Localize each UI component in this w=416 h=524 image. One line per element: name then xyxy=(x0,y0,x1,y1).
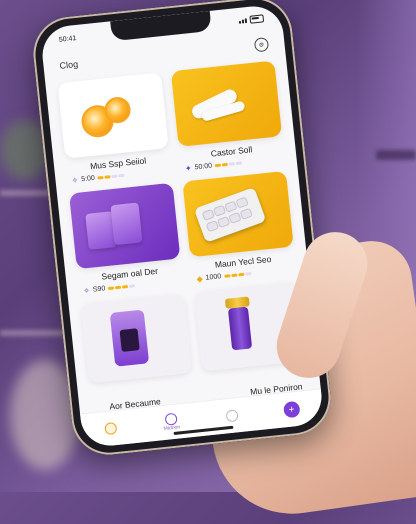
product-price: 5:00 xyxy=(80,174,96,184)
snack-pack xyxy=(110,202,143,246)
page-title: Clog xyxy=(59,59,79,71)
home-icon xyxy=(104,421,118,436)
product-card[interactable]: Castor Soll ✦ 50:00 xyxy=(170,60,285,174)
phone-screen: 50:41 Clog ⚙ Mus Ssp Seiiol ✧ 5:00 Casto… xyxy=(39,3,325,449)
plus-icon: + xyxy=(288,403,296,416)
bag-icon: ✧ xyxy=(82,286,91,296)
star-icon: ✧ xyxy=(71,175,79,186)
product-card[interactable] xyxy=(80,293,193,384)
cookie-tray xyxy=(193,187,267,243)
battery-icon xyxy=(249,14,265,24)
background-shelf xyxy=(376,150,416,160)
tag-icon: ◆ xyxy=(196,274,204,284)
product-price: 1000 xyxy=(205,273,222,282)
device-window xyxy=(119,328,140,352)
tab-favorites[interactable]: Mtdoon xyxy=(162,412,181,432)
rating xyxy=(97,173,125,180)
rating xyxy=(108,284,136,291)
tag-icon: ✦ xyxy=(184,163,193,174)
rating xyxy=(214,161,243,168)
bag-icon xyxy=(225,409,239,423)
product-grid: Mus Ssp Seiiol ✧ 5:00 Castor Soll ✦ 50:0… xyxy=(57,60,306,384)
rating xyxy=(224,272,252,278)
product-image xyxy=(57,72,169,159)
product-card[interactable]: Mus Ssp Seiiol ✧ 5:00 xyxy=(57,72,171,185)
product-image xyxy=(182,170,294,258)
product-card[interactable]: Maun Yecl Seo ◆ 1000 xyxy=(182,170,296,284)
product-image xyxy=(80,293,193,384)
status-icons xyxy=(238,14,265,25)
tab-bag[interactable] xyxy=(225,409,239,423)
product-card[interactable]: Segam oal Der ✧ S90 xyxy=(68,182,183,296)
tab-home[interactable] xyxy=(104,421,118,436)
product-image xyxy=(68,182,181,270)
settings-icon[interactable]: ⚙ xyxy=(253,37,270,53)
product-image xyxy=(170,60,283,147)
add-button[interactable]: + xyxy=(282,400,301,419)
purple-jar xyxy=(227,306,253,351)
product-price: S90 xyxy=(92,285,106,294)
product-price: 50:00 xyxy=(194,162,213,172)
notch xyxy=(110,10,212,42)
phone: 50:41 Clog ⚙ Mus Ssp Seiiol ✧ 5:00 Casto… xyxy=(29,0,335,459)
status-time: 50:41 xyxy=(58,34,77,44)
signal-icon xyxy=(238,17,248,24)
